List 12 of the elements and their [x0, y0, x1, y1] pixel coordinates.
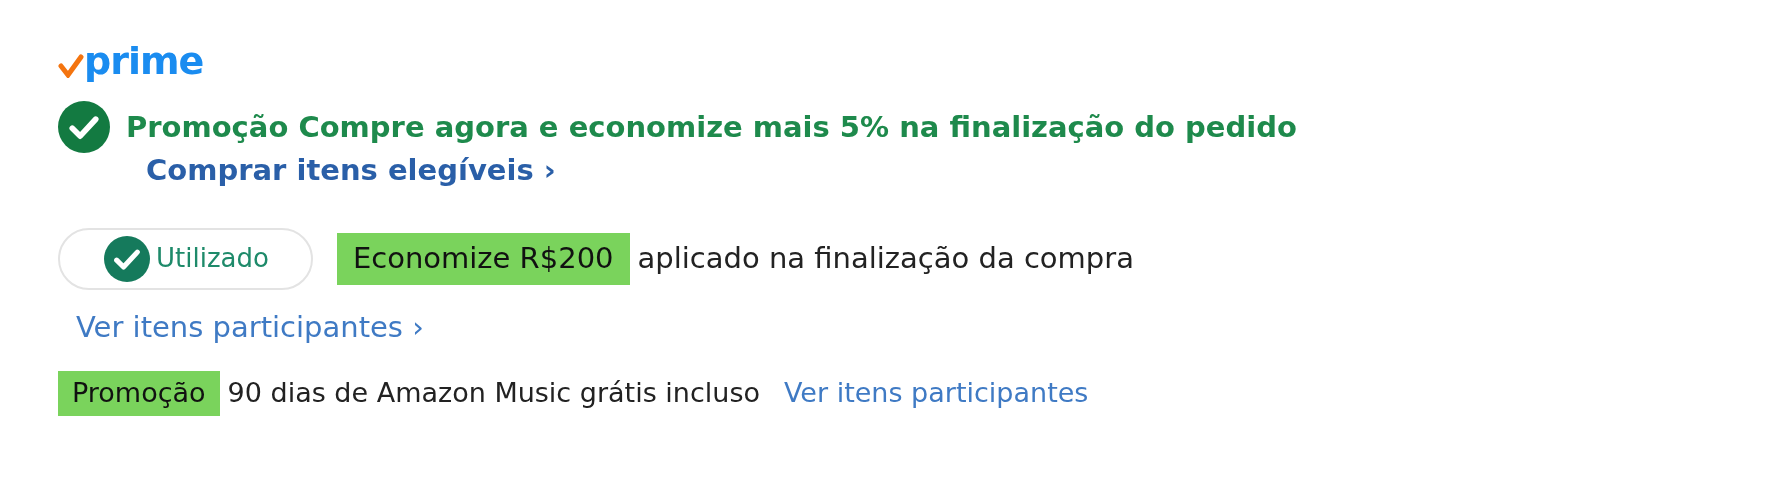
participating-items-link[interactable]: Ver itens participantes: [784, 373, 1089, 414]
applied-text: aplicado na finalização da compra: [637, 240, 1134, 278]
offer-text: 90 dias de Amazon Music grátis incluso: [227, 376, 760, 411]
discount-tag: Economize R$200: [336, 233, 630, 285]
used-status-pill: Utilizado: [58, 227, 313, 290]
promotion-text: Promoção Compre agora e economize mais 5% na finalização do pedido: [126, 109, 1297, 145]
check-icon: [58, 101, 110, 153]
participating-items-link[interactable]: Ver itens participantes ›: [76, 309, 424, 344]
eligible-items-link[interactable]: Comprar itens elegíveis ›: [146, 153, 556, 187]
prime-logo: prime: [58, 42, 204, 80]
promotion-tag: Promoção: [58, 371, 220, 416]
check-icon: [104, 235, 150, 282]
